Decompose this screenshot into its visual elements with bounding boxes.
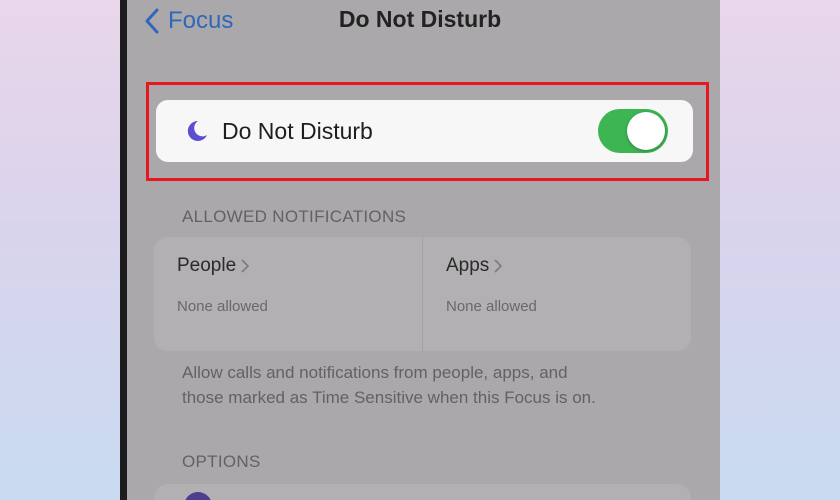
people-title-row: People	[177, 255, 250, 277]
people-label: People	[177, 255, 237, 276]
page-title: Do Not Disturb	[338, 6, 502, 32]
options-card	[154, 484, 691, 500]
toggle-knob	[627, 112, 665, 150]
footer-line-2: those marked as Time Sensitive when this…	[182, 388, 596, 407]
apps-title-row: Apps	[446, 255, 503, 277]
options-row-icon	[184, 492, 212, 500]
do-not-disturb-toggle[interactable]	[598, 109, 668, 153]
navigation-bar: Focus Do Not Disturb	[120, 0, 720, 44]
settings-screen: Focus Do Not Disturb Do Not Disturb ALLO…	[120, 0, 720, 500]
footer-line-1: Allow calls and notifications from peopl…	[182, 363, 568, 382]
allowed-notifications-footer: Allow calls and notifications from peopl…	[182, 360, 662, 410]
moon-icon	[187, 120, 207, 141]
apps-label: Apps	[446, 255, 490, 276]
chevron-right-icon	[494, 259, 503, 273]
do-not-disturb-label: Do Not Disturb	[222, 117, 373, 144]
phone-bezel	[120, 0, 127, 500]
chevron-right-icon	[241, 259, 250, 273]
options-header: OPTIONS	[182, 452, 261, 471]
apps-status: None allowed	[446, 298, 537, 315]
people-cell[interactable]: People None allowed	[154, 237, 422, 351]
do-not-disturb-row: Do Not Disturb	[156, 100, 693, 162]
allowed-notifications-header: ALLOWED NOTIFICATIONS	[182, 207, 407, 226]
apps-cell[interactable]: Apps None allowed	[422, 237, 691, 351]
allowed-notifications-card: People None allowed Apps None allowed	[154, 237, 691, 351]
people-status: None allowed	[177, 298, 268, 315]
